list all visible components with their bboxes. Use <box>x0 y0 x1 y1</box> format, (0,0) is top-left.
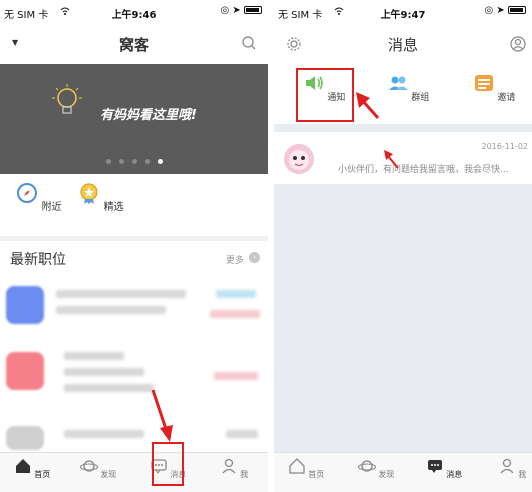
tab-label: 消息 <box>446 470 463 479</box>
carousel-dot[interactable] <box>144 159 150 164</box>
section-title: 最新职位 <box>10 252 66 268</box>
carousel-dots <box>0 149 268 168</box>
location-arrow-icon: ➤ <box>232 5 241 16</box>
job-list <box>0 276 268 452</box>
conversation-preview: 小伙伴们，有问题给我留言哦，我会尽快... <box>338 165 509 175</box>
quick-item-featured[interactable]: 精选 <box>76 182 126 213</box>
company-logo <box>6 286 44 324</box>
tab-me[interactable]: 我 <box>214 457 254 480</box>
conversation-date: 2016-11-02 <box>481 142 529 151</box>
tab-label: 发现 <box>100 470 117 479</box>
red-arrow-icon <box>151 389 173 442</box>
quick-item-nearby[interactable]: 附近 <box>14 182 64 213</box>
blurred-salary <box>210 310 260 318</box>
search-icon[interactable] <box>242 36 256 50</box>
tab-messages[interactable]: 消息 <box>424 457 464 480</box>
company-logo <box>6 352 44 390</box>
app-navbar: ▼ 窝客 <box>0 22 268 64</box>
message-icon <box>427 460 442 473</box>
user-avatar-icon[interactable] <box>510 36 526 52</box>
job-item[interactable] <box>0 276 268 336</box>
status-right-icons: ◎ ➤ <box>220 5 262 16</box>
chevron-right-icon[interactable]: › <box>249 252 260 263</box>
tab-groups[interactable]: 群组 <box>378 72 438 103</box>
bottom-tabbar: 首页 发现 消息 我 <box>0 452 268 492</box>
carousel-dot[interactable] <box>131 159 137 164</box>
tab-invitations[interactable]: 邀请 <box>464 72 524 103</box>
home-icon <box>289 458 305 474</box>
person-icon <box>222 458 236 474</box>
tab-label: 首页 <box>308 470 325 479</box>
group-icon <box>388 76 408 90</box>
promo-banner[interactable]: 有妈妈看这里哦! <box>0 64 268 174</box>
tab-label: 首页 <box>34 470 51 479</box>
blurred-salary <box>214 372 258 380</box>
quick-item-label: 精选 <box>103 202 124 213</box>
bottom-tabbar: 首页 发现 消息 我 <box>274 452 532 492</box>
right-phone-screen: 无 SIM 卡 上午9:47 ◎ ➤ 消息 通知 群组 邀请 2016-11-0… <box>274 0 532 492</box>
person-icon <box>500 458 514 474</box>
blurred-text <box>64 384 154 392</box>
tab-label: 我 <box>518 470 527 479</box>
carousel-dot[interactable] <box>118 159 124 164</box>
red-arrow-icon <box>384 150 399 169</box>
banner-text: 有妈妈看这里哦! <box>100 108 197 123</box>
quick-entries: 附近 精选 <box>0 176 268 232</box>
blurred-text <box>64 368 144 376</box>
invite-icon <box>474 75 493 91</box>
assistant-avatar <box>284 144 314 174</box>
highlight-box-notifications <box>296 68 354 122</box>
messages-navbar: 消息 <box>274 22 532 64</box>
red-arrow-icon <box>356 92 380 119</box>
tab-home[interactable]: 首页 <box>286 457 326 480</box>
blurred-text <box>64 352 124 360</box>
tab-label: 我 <box>240 470 249 479</box>
quick-item-label: 附近 <box>41 202 62 213</box>
blurred-tag <box>216 290 256 298</box>
lightbulb-icon <box>52 84 82 114</box>
planet-icon <box>79 460 98 472</box>
tab-discover[interactable]: 发现 <box>78 457 118 480</box>
battery-icon <box>508 6 526 14</box>
planet-icon <box>357 460 376 472</box>
left-phone-screen: 无 SIM 卡 上午9:46 ◎ ➤ ▼ 窝客 有妈妈看这里哦! 附近 精选 最… <box>0 0 268 492</box>
more-link[interactable]: 更多 <box>226 253 244 266</box>
blurred-text <box>64 430 144 438</box>
carousel-dot[interactable] <box>105 159 111 164</box>
blurred-text <box>56 306 166 314</box>
home-icon <box>15 459 30 473</box>
medal-icon <box>80 183 99 204</box>
tab-discover[interactable]: 发现 <box>356 457 396 480</box>
highlight-box-messages-tab <box>152 442 184 486</box>
compass-icon <box>17 183 38 203</box>
job-item[interactable] <box>0 342 268 402</box>
company-logo <box>6 426 44 450</box>
location-arrow-icon: ➤ <box>496 5 505 16</box>
latest-jobs-header: 最新职位 更多 › <box>0 236 268 276</box>
status-right-icons: ◎ ➤ <box>484 5 526 16</box>
tab-label: 邀请 <box>497 93 516 103</box>
orientation-lock-icon: ◎ <box>484 5 494 16</box>
carousel-dot-active[interactable] <box>157 159 163 164</box>
battery-icon <box>244 6 262 14</box>
app-title: 窝客 <box>118 36 149 54</box>
blurred-text <box>56 290 186 298</box>
orientation-lock-icon: ◎ <box>220 5 230 16</box>
blurred-text <box>226 430 258 438</box>
page-title: 消息 <box>387 36 418 54</box>
tab-home[interactable]: 首页 <box>12 457 52 480</box>
status-bar: 无 SIM 卡 上午9:46 ◎ ➤ <box>0 0 268 22</box>
tab-label: 群组 <box>411 93 430 103</box>
tab-me[interactable]: 我 <box>492 457 532 480</box>
tab-label: 发现 <box>378 470 395 479</box>
status-bar: 无 SIM 卡 上午9:47 ◎ ➤ <box>274 0 532 22</box>
